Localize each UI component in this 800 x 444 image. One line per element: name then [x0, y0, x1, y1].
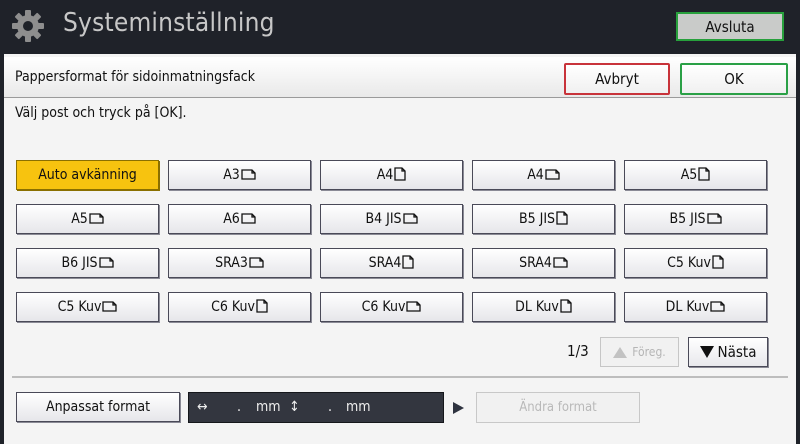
paper-size-label: DL Kuv: [665, 299, 710, 315]
landscape-paper-icon: [240, 211, 256, 227]
paper-size-button[interactable]: C6 Kuv: [320, 292, 463, 322]
paper-size-label: SRA4: [519, 255, 552, 271]
paper-size-label: B6 JIS: [61, 255, 98, 271]
paper-size-button[interactable]: SRA4: [472, 248, 615, 278]
ok-button[interactable]: OK: [680, 63, 788, 95]
custom-size-display: ↔ . mm ↕ . mm: [188, 392, 444, 423]
landscape-paper-icon: [402, 211, 418, 227]
paper-size-label: A6: [223, 211, 240, 227]
paper-size-button[interactable]: C5 Kuv: [16, 292, 159, 322]
landscape-paper-icon: [552, 255, 568, 271]
landscape-paper-icon: [88, 211, 104, 227]
paper-size-label: A4: [527, 167, 544, 183]
paper-size-label: A3: [223, 167, 240, 183]
paper-size-button[interactable]: C6 Kuv: [168, 292, 311, 322]
portrait-paper-icon: [401, 254, 415, 272]
paper-size-button[interactable]: A5: [16, 204, 159, 234]
landscape-paper-icon: [544, 167, 560, 183]
paper-size-button[interactable]: C5 Kuv: [624, 248, 767, 278]
landscape-paper-icon: [240, 167, 256, 183]
landscape-paper-icon: [248, 255, 264, 271]
paper-size-label: C6 Kuv: [211, 299, 255, 315]
paper-size-label: B5 JIS: [669, 211, 706, 227]
width-arrow-icon: ↔: [197, 399, 208, 415]
portrait-paper-icon: [711, 254, 724, 272]
height-value: .: [328, 399, 332, 415]
paper-size-label: B4 JIS: [365, 211, 402, 227]
previous-button[interactable]: Föreg.: [600, 337, 679, 367]
next-label: Nästa: [717, 343, 757, 361]
paper-size-label: C5 Kuv: [667, 255, 711, 271]
paper-size-button[interactable]: B5 JIS: [472, 204, 615, 234]
paper-size-button[interactable]: A6: [168, 204, 311, 234]
height-unit: mm: [346, 399, 371, 415]
paper-size-button[interactable]: B6 JIS: [16, 248, 159, 278]
paper-size-button[interactable]: DL Kuv: [472, 292, 615, 322]
paper-size-label: C5 Kuv: [57, 299, 102, 315]
width-unit: mm: [256, 399, 281, 415]
portrait-paper-icon: [697, 166, 710, 184]
custom-size-button[interactable]: Anpassat format: [16, 392, 180, 422]
portrait-paper-icon: [393, 166, 406, 184]
paper-size-button[interactable]: DL Kuv: [624, 292, 767, 322]
paper-size-label: C6 Kuv: [361, 299, 406, 315]
previous-label: Föreg.: [632, 345, 666, 359]
arrow-up-icon: [613, 346, 628, 358]
divider: [12, 376, 788, 378]
paper-size-button[interactable]: B5 JIS: [624, 204, 767, 234]
landscape-paper-icon: [98, 255, 114, 271]
paper-size-label: Auto avkänning: [38, 167, 137, 183]
exit-button[interactable]: Avsluta: [676, 12, 784, 41]
paper-size-label: A5: [680, 167, 698, 183]
portrait-paper-icon: [255, 298, 268, 316]
arrow-right-icon: [453, 402, 464, 414]
app-title: Systeminställning: [63, 8, 275, 38]
landscape-paper-icon: [405, 299, 422, 315]
paper-size-button[interactable]: SRA4: [320, 248, 463, 278]
landscape-paper-icon: [706, 211, 722, 227]
paper-size-label: A5: [71, 211, 88, 227]
gear-icon: [12, 10, 44, 42]
dialog-title: Pappersformat för sidoinmatningsfack: [15, 69, 256, 85]
paper-size-label: DL Kuv: [515, 299, 559, 315]
paper-size-button[interactable]: B4 JIS: [320, 204, 463, 234]
top-bar: Systeminställning Avsluta: [0, 0, 800, 52]
instruction-text: Välj post och tryck på [OK].: [15, 105, 187, 121]
landscape-paper-icon: [709, 299, 726, 315]
portrait-paper-icon: [559, 298, 572, 316]
paper-size-label: B5 JIS: [518, 211, 556, 227]
height-arrow-icon: ↕: [289, 399, 300, 415]
dialog-titlebar: Pappersformat för sidoinmatningsfack Avb…: [4, 57, 796, 98]
paper-size-button[interactable]: SRA3: [168, 248, 311, 278]
paper-size-button[interactable]: A3: [168, 160, 311, 190]
paper-size-button[interactable]: A4: [320, 160, 463, 190]
paper-size-label: SRA3: [215, 255, 248, 271]
paper-size-button[interactable]: A4: [472, 160, 615, 190]
paper-size-label: A4: [376, 167, 394, 183]
portrait-paper-icon: [555, 210, 568, 228]
cancel-button[interactable]: Avbryt: [564, 63, 670, 95]
paper-size-label: SRA4: [368, 255, 402, 271]
next-button[interactable]: Nästa: [688, 337, 768, 367]
landscape-paper-icon: [101, 299, 118, 315]
width-value: .: [237, 399, 241, 415]
settings-panel: Pappersformat för sidoinmatningsfack Avb…: [4, 54, 796, 444]
paper-size-button[interactable]: Auto avkänning: [16, 160, 159, 190]
page-indicator: 1/3: [567, 342, 589, 360]
arrow-down-icon: [699, 346, 714, 358]
paper-size-button[interactable]: A5: [624, 160, 767, 190]
change-size-button[interactable]: Ändra format: [476, 392, 640, 423]
